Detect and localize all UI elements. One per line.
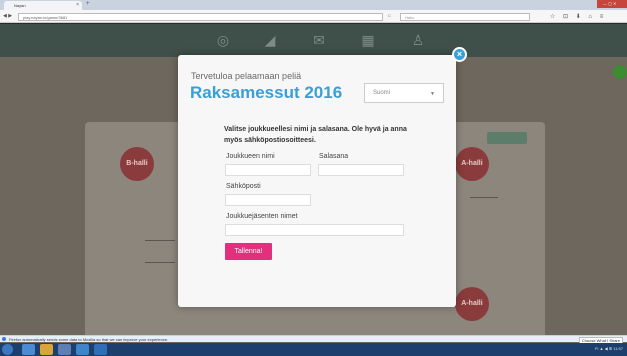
page-header: ◎ ◢ ✉ ▦ ♙ [0,24,627,57]
email-input[interactable] [225,194,311,206]
window-controls[interactable]: — ▢ ✕ [597,0,627,8]
url-text: play.nayan.io/game/3681 [23,15,68,20]
media-icon[interactable] [58,344,71,355]
building-icon[interactable]: ▦ [360,32,376,48]
hall-a-bubble-bottom: A-halli [455,287,489,321]
compass-icon[interactable]: ◎ [215,32,231,48]
back-forward-icon[interactable]: ◀ ▶ [3,13,12,19]
welcome-text: Tervetuloa pelaamaan peliä [191,71,302,81]
team-registration-modal: Tervetuloa pelaamaan peliä Raksamessut 2… [178,55,456,307]
window-controls-glyphs: — ▢ ✕ [603,1,617,6]
system-tray[interactable]: FI ▲ ◀ ⊞ 11:57 [595,346,623,351]
email-label: Sähköposti [226,183,261,190]
browser-nav-bar: ◀ ▶ play.nayan.io/game/3681 C Haku ☆ ⊡ ⬇… [0,10,627,23]
members-label: Joukkuejäsenten nimet [226,213,298,220]
save-button[interactable]: Tallenna! [225,243,272,260]
members-input[interactable] [225,224,404,236]
user-icon[interactable]: ♙ [410,32,426,48]
event-title: Raksamessut 2016 [190,83,343,102]
skype-icon[interactable] [76,344,89,355]
password-label: Salasana [319,153,349,160]
status-dot [613,65,627,79]
notification-text: Firefox automatically sends some data to… [9,337,169,342]
hall-a-bubble-top: A-halli [455,147,489,181]
background-line [145,262,175,263]
taskbar: FI ▲ ◀ ⊞ 11:57 [0,343,627,356]
ie-icon[interactable] [22,344,35,355]
chevron-down-icon: ▼ [430,91,435,97]
language-value: Suomi [373,90,391,96]
tab-title: Nayan [14,3,26,8]
team-name-label: Joukkueen nimi [226,153,275,160]
background-line [145,240,175,241]
info-icon [2,337,6,341]
password-input[interactable] [318,164,404,176]
firefox-icon[interactable] [94,344,107,355]
tab-close-icon[interactable]: × [76,2,79,8]
browser-tab[interactable]: Nayan × [4,1,82,10]
browser-tab-bar: Nayan × + — ▢ ✕ [0,0,627,10]
start-button[interactable] [2,344,13,355]
megaphone-icon[interactable]: ◢ [262,32,278,48]
hall-b-bubble: B-halli [120,147,154,181]
reload-icon[interactable]: C [388,13,391,18]
url-bar[interactable]: play.nayan.io/game/3681 [18,13,383,21]
language-select[interactable]: Suomi ▼ [364,83,444,103]
search-placeholder: Haku [405,15,415,20]
close-icon[interactable]: × [452,47,467,62]
instructions-text: Valitse joukkueellesi nimi ja salasana. … [224,126,407,144]
background-green-tag [487,132,527,144]
search-input[interactable]: Haku [400,13,530,21]
folder-icon[interactable] [40,344,53,355]
new-tab-icon[interactable]: + [86,1,90,7]
toolbar-icons[interactable]: ☆ ⊡ ⬇ ⌂ ≡ [550,13,606,20]
mail-icon[interactable]: ✉ [311,32,327,48]
background-line [470,197,498,198]
team-name-input[interactable] [225,164,311,176]
notification-bar: Firefox automatically sends some data to… [0,335,627,344]
